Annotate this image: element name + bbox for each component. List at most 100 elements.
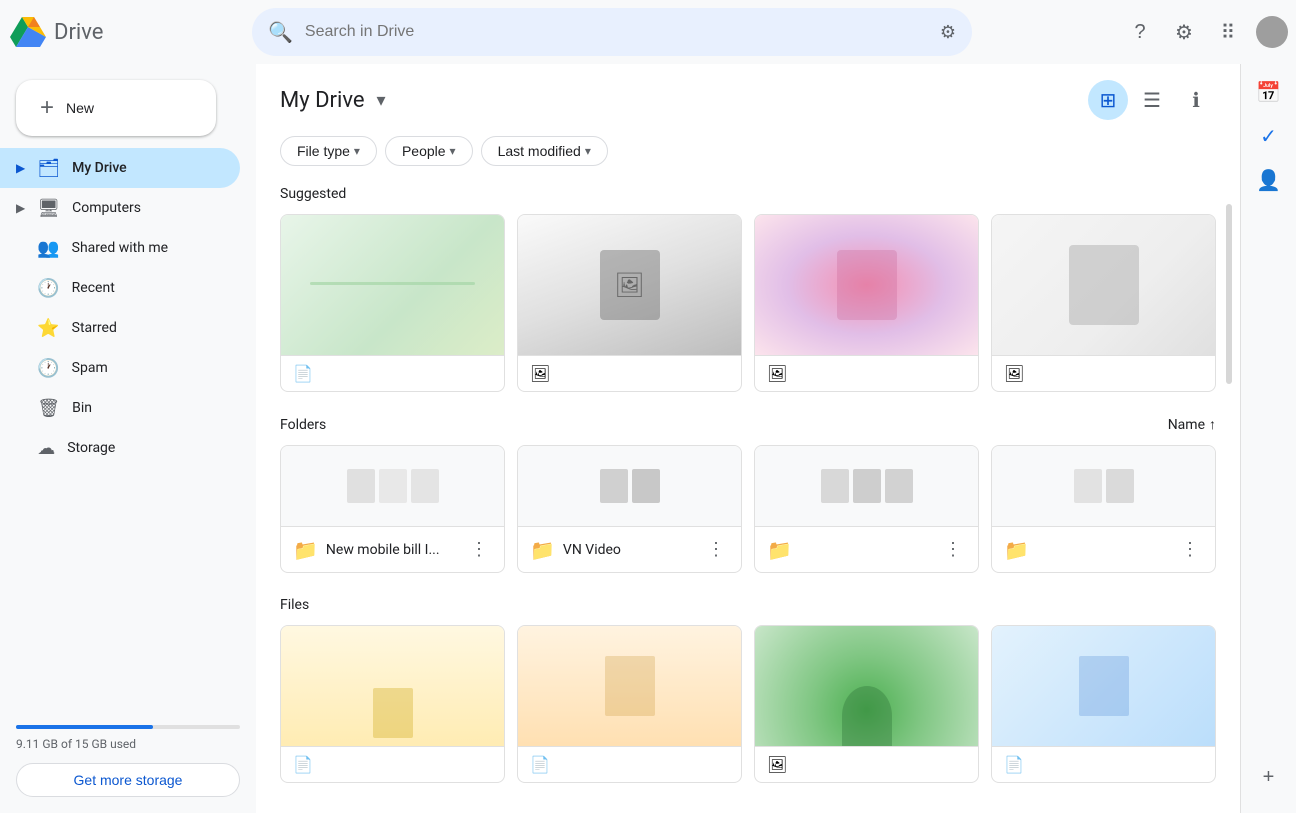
storage-icon: ☁	[37, 438, 55, 459]
folder-icon-2: 📁	[530, 538, 555, 562]
folder-card-4[interactable]: 📁 ⋮	[991, 445, 1216, 573]
storage-spacer: ▶	[16, 441, 25, 455]
suggested-thumbnail-1	[281, 215, 504, 355]
new-plus-icon: +	[40, 94, 54, 122]
folder-menu-4[interactable]: ⋮	[1177, 535, 1203, 564]
search-icon: 🔍	[268, 20, 293, 44]
sidebar-item-spam[interactable]: ▶ 🕐 Spam	[0, 348, 240, 388]
tasks-panel-button[interactable]: ✓	[1249, 116, 1289, 156]
folder-icon-3: 📁	[767, 538, 792, 562]
file-footer-3: 🖼	[755, 746, 978, 782]
help-button[interactable]: ?	[1120, 12, 1160, 52]
sidebar-item-my-drive[interactable]: ▶ 🗂 My Drive	[0, 148, 240, 188]
shared-icon: 👥	[37, 238, 59, 259]
file-type-arrow-icon: ▾	[354, 144, 360, 158]
search-input[interactable]	[305, 23, 928, 41]
suggested-card-footer-4: 🖼	[992, 355, 1215, 391]
sidebar-item-label-storage: Storage	[67, 440, 115, 456]
computers-icon: 🖥	[37, 198, 60, 219]
file-footer-2: 📄	[518, 746, 741, 782]
info-button[interactable]: ℹ	[1176, 80, 1216, 120]
sidebar-item-computers[interactable]: ▶ 🖥 Computers	[0, 188, 240, 228]
file-thumbnail-1	[281, 626, 504, 746]
file-card-4[interactable]: 📄	[991, 625, 1216, 783]
file-card-3[interactable]: 🖼	[754, 625, 979, 783]
doc-icon-2: 🖼	[530, 364, 550, 383]
files-grid: 📄 📄 🖼	[280, 625, 1216, 783]
apps-button[interactable]: ⠿	[1208, 12, 1248, 52]
sort-arrow-icon: ↑	[1209, 416, 1216, 433]
folder-card-3[interactable]: 📁 ⋮	[754, 445, 979, 573]
folder-menu-2[interactable]: ⋮	[703, 535, 729, 564]
my-drive-icon: 🗂	[37, 158, 60, 179]
header-actions: ⊞ ☰ ℹ	[1088, 80, 1216, 120]
file-footer-1: 📄	[281, 746, 504, 782]
folder-icon-1: 📁	[293, 538, 318, 562]
suggested-card-2[interactable]: 🖼 🖼	[517, 214, 742, 392]
folder-footer-1: 📁 New mobile bill I... ⋮	[281, 526, 504, 572]
doc-icon-3: 🖼	[767, 364, 787, 383]
contacts-panel-button[interactable]: 👤	[1249, 160, 1289, 200]
starred-icon: ⭐	[37, 318, 59, 339]
suggested-card-3[interactable]: 🖼	[754, 214, 979, 392]
last-modified-arrow-icon: ▾	[585, 144, 591, 158]
folder-footer-2: 📁 VN Video ⋮	[518, 526, 741, 572]
spam-icon: 🕐	[37, 358, 59, 379]
search-filter-icon[interactable]: ⚙	[940, 22, 956, 43]
sidebar-item-storage[interactable]: ▶ ☁ Storage	[0, 428, 240, 468]
people-filter[interactable]: People ▾	[385, 136, 473, 166]
bin-icon: 🗑	[37, 398, 60, 419]
file-icon-2: 📄	[530, 755, 550, 774]
chevron-right-icon: ▶	[16, 161, 25, 175]
drive-title-area: My Drive ▾	[280, 86, 390, 115]
sidebar-item-label-recent: Recent	[72, 280, 115, 296]
folders-section-header: Folders Name ↑	[280, 416, 1216, 433]
file-thumbnail-2	[518, 626, 741, 746]
folder-card-1[interactable]: 📁 New mobile bill I... ⋮	[280, 445, 505, 573]
folder-menu-1[interactable]: ⋮	[466, 535, 492, 564]
folder-menu-3[interactable]: ⋮	[940, 535, 966, 564]
calendar-panel-button[interactable]: 📅	[1249, 72, 1289, 112]
suggested-grid: 📄 🖼 🖼 🖼	[280, 214, 1216, 392]
sidebar-item-label-bin: Bin	[72, 400, 92, 416]
sidebar-item-recent[interactable]: ▶ 🕐 Recent	[0, 268, 240, 308]
file-card-2[interactable]: 📄	[517, 625, 742, 783]
last-modified-label: Last modified	[498, 143, 581, 159]
recent-spacer: ▶	[16, 281, 25, 295]
suggested-thumbnail-4	[992, 215, 1215, 355]
folder-card-2[interactable]: 📁 VN Video ⋮	[517, 445, 742, 573]
file-card-1[interactable]: 📄	[280, 625, 505, 783]
file-thumbnail-4	[992, 626, 1215, 746]
folders-sort-control[interactable]: Name ↑	[1168, 416, 1216, 433]
doc-icon-4: 🖼	[1004, 364, 1024, 383]
sidebar-item-label-computers: Computers	[72, 200, 141, 216]
sidebar-item-shared-with-me[interactable]: ▶ 👥 Shared with me	[0, 228, 240, 268]
sidebar: + New ▶ 🗂 My Drive ▶ 🖥 Computers ▶ 👥 Sha…	[0, 64, 256, 813]
storage-used-text: 9.11 GB of 15 GB used	[16, 737, 240, 751]
add-panel-button[interactable]: +	[1249, 757, 1289, 797]
avatar[interactable]	[1256, 16, 1288, 48]
storage-section: 9.11 GB of 15 GB used Get more storage	[0, 709, 256, 813]
sidebar-item-starred[interactable]: ▶ ⭐ Starred	[0, 308, 240, 348]
sidebar-item-bin[interactable]: ▶ 🗑 Bin	[0, 388, 240, 428]
grid-view-button[interactable]: ⊞	[1088, 80, 1128, 120]
folder-thumbnail-2	[518, 446, 741, 526]
drive-title-dropdown-button[interactable]: ▾	[373, 86, 390, 115]
settings-button[interactable]: ⚙	[1164, 12, 1204, 52]
get-more-storage-button[interactable]: Get more storage	[16, 763, 240, 797]
people-label: People	[402, 143, 446, 159]
list-view-button[interactable]: ☰	[1132, 80, 1172, 120]
folder-name-1: New mobile bill I...	[326, 542, 458, 558]
scrollbar[interactable]	[1226, 204, 1232, 384]
starred-spacer: ▶	[16, 321, 25, 335]
file-type-filter[interactable]: File type ▾	[280, 136, 377, 166]
filters-bar: File type ▾ People ▾ Last modified ▾	[280, 136, 1216, 166]
drive-header: My Drive ▾ ⊞ ☰ ℹ	[280, 80, 1216, 120]
suggested-card-4[interactable]: 🖼	[991, 214, 1216, 392]
sidebar-item-label-my-drive: My Drive	[72, 160, 127, 176]
suggested-card-1[interactable]: 📄	[280, 214, 505, 392]
new-button[interactable]: + New	[16, 80, 216, 136]
new-label: New	[66, 100, 94, 116]
last-modified-filter[interactable]: Last modified ▾	[481, 136, 608, 166]
suggested-thumbnail-2: 🖼	[518, 215, 741, 355]
